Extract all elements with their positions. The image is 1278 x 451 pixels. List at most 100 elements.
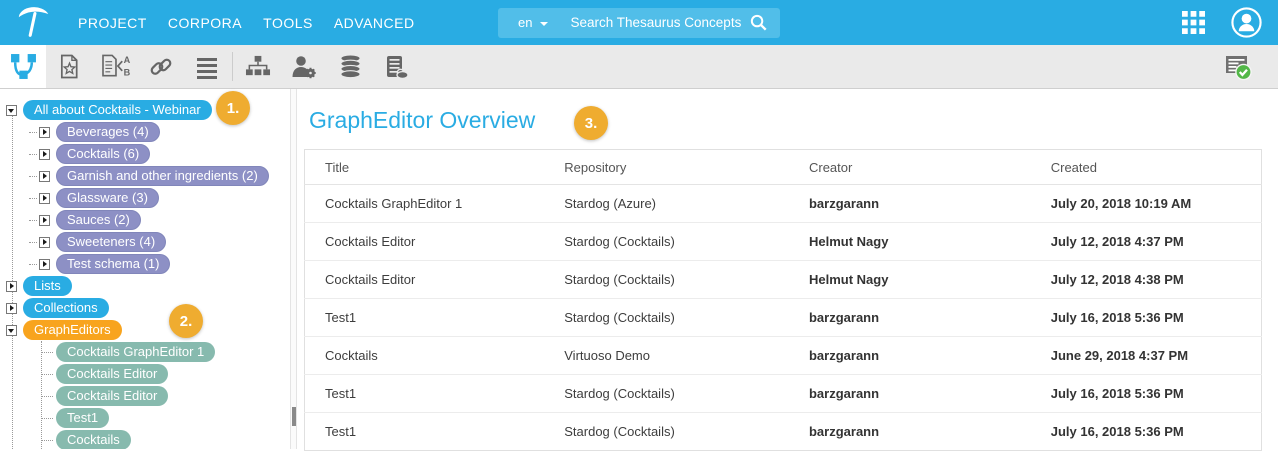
- apps-grid-icon[interactable]: [1182, 11, 1205, 34]
- tree-node-concept[interactable]: Sauces (2): [56, 210, 141, 231]
- column-header-title[interactable]: Title: [305, 150, 545, 185]
- list-icon: [195, 55, 219, 79]
- expand-icon[interactable]: [6, 281, 17, 292]
- menu-item-advanced[interactable]: ADVANCED: [334, 15, 415, 31]
- toolbar-repository-button[interactable]: [373, 45, 419, 88]
- search-input[interactable]: Search Thesaurus Concepts: [570, 15, 749, 30]
- cell-title: Cocktails GraphEditor 1: [305, 185, 545, 223]
- user-account-icon[interactable]: [1230, 6, 1263, 39]
- svg-text:A: A: [123, 55, 129, 65]
- search-bar[interactable]: en Search Thesaurus Concepts: [498, 8, 780, 38]
- tree-node: Sauces (2): [29, 209, 290, 231]
- tree-node-concept[interactable]: Beverages (4): [56, 122, 160, 143]
- tree-node-concept[interactable]: Test schema (1): [56, 254, 170, 275]
- menu-item-corpora[interactable]: CORPORA: [168, 15, 242, 31]
- app-window: PROJECT CORPORA TOOLS ADVANCED en Search…: [0, 0, 1278, 449]
- annotation-badge-3: 3.: [574, 106, 608, 140]
- expand-icon[interactable]: [39, 237, 50, 248]
- toolbar-translation-button[interactable]: A B: [92, 45, 138, 88]
- tree-node-grapheditors-pill[interactable]: GraphEditors: [23, 320, 122, 341]
- tree-node: Glassware (3): [29, 187, 290, 209]
- column-header-repository[interactable]: Repository: [544, 150, 789, 185]
- toolbar-concept-tree-button[interactable]: [0, 45, 46, 88]
- tree-node-grapheditors: GraphEditors: [6, 319, 290, 341]
- expand-icon[interactable]: [39, 171, 50, 182]
- column-header-creator[interactable]: Creator: [789, 150, 1031, 185]
- tree-node: Test schema (1): [29, 253, 290, 275]
- table-row[interactable]: Cocktails GraphEditor 1 Stardog (Azure) …: [305, 185, 1262, 223]
- translate-ab-icon: A B: [101, 54, 130, 79]
- tree-node: Cocktails (6): [29, 143, 290, 165]
- tree-node-project[interactable]: All about Cocktails - Webinar: [23, 100, 212, 121]
- tree-node-grapheditor[interactable]: Cocktails Editor: [56, 364, 168, 385]
- cell-repository: Stardog (Cocktails): [544, 375, 789, 413]
- table-row[interactable]: Cocktails Virtuoso Demo barzgarann June …: [305, 337, 1262, 375]
- tree-node: Test1: [42, 407, 290, 429]
- page-title: GraphEditor Overview: [309, 107, 1278, 134]
- cell-repository: Virtuoso Demo: [544, 337, 789, 375]
- main-panel: GraphEditor Overview Title Repository Cr…: [297, 89, 1278, 449]
- annotation-badge-2: 2.: [169, 304, 203, 338]
- cell-creator: barzgarann: [789, 337, 1031, 375]
- expand-icon[interactable]: [39, 149, 50, 160]
- cell-title: Test1: [305, 299, 545, 337]
- toolbar-separator: [232, 52, 233, 81]
- tree-node-collections: Collections: [6, 297, 290, 319]
- table-row[interactable]: Test1 Stardog (Cocktails) barzgarann Jul…: [305, 299, 1262, 337]
- tree-node-grapheditor[interactable]: Test1: [56, 408, 109, 429]
- tree-node-grapheditor[interactable]: Cocktails: [56, 430, 131, 449]
- cell-created: July 12, 2018 4:37 PM: [1031, 223, 1262, 261]
- tree-node-concept[interactable]: Cocktails (6): [56, 144, 150, 165]
- table-row[interactable]: Cocktails Editor Stardog (Cocktails) Hel…: [305, 223, 1262, 261]
- cell-creator: Helmut Nagy: [789, 223, 1031, 261]
- menu-item-tools[interactable]: TOOLS: [263, 15, 313, 31]
- tree-node-grapheditor[interactable]: Cocktails GraphEditor 1: [56, 342, 215, 363]
- toolbar-hierarchy-button[interactable]: [235, 45, 281, 88]
- expand-icon[interactable]: [39, 259, 50, 270]
- toolbar-links-button[interactable]: [138, 45, 184, 88]
- splitter-grip-icon[interactable]: [292, 407, 296, 426]
- poolparty-logo[interactable]: [16, 4, 52, 42]
- table-row[interactable]: Test1 Stardog (Cocktails) barzgarann Jul…: [305, 375, 1262, 413]
- tree-node: Sweeteners (4): [29, 231, 290, 253]
- expand-icon[interactable]: [39, 193, 50, 204]
- panel-splitter[interactable]: [290, 89, 297, 449]
- cell-creator: barzgarann: [789, 299, 1031, 337]
- database-icon: [338, 54, 363, 79]
- menu-item-project[interactable]: PROJECT: [78, 15, 147, 31]
- language-selector[interactable]: en: [510, 15, 548, 30]
- cell-repository: Stardog (Cocktails): [544, 261, 789, 299]
- concept-tree-icon: [10, 53, 37, 80]
- top-navigation-bar: PROJECT CORPORA TOOLS ADVANCED en Search…: [0, 0, 1278, 45]
- collapse-icon[interactable]: [6, 325, 17, 336]
- column-header-created[interactable]: Created: [1031, 150, 1262, 185]
- toolbar-quality-check-button[interactable]: [1212, 45, 1264, 88]
- expand-icon[interactable]: [6, 303, 17, 314]
- cell-created: July 12, 2018 4:38 PM: [1031, 261, 1262, 299]
- tree-node-lists-pill[interactable]: Lists: [23, 276, 72, 297]
- tree-node-lists: Lists: [6, 275, 290, 297]
- language-value: en: [518, 15, 532, 30]
- table-row[interactable]: Test1 Stardog (Cocktails) barzgarann Jul…: [305, 413, 1262, 451]
- tree-node-concept[interactable]: Sweeteners (4): [56, 232, 166, 253]
- toolbar-user-roles-button[interactable]: [281, 45, 327, 88]
- toolbar-database-button[interactable]: [327, 45, 373, 88]
- tree-node-concept[interactable]: Garnish and other ingredients (2): [56, 166, 269, 187]
- cell-created: July 16, 2018 5:36 PM: [1031, 413, 1262, 451]
- expand-icon[interactable]: [39, 215, 50, 226]
- main-menu: PROJECT CORPORA TOOLS ADVANCED: [78, 15, 415, 31]
- tree-node-collections-pill[interactable]: Collections: [23, 298, 109, 319]
- table-row[interactable]: Cocktails Editor Stardog (Cocktails) Hel…: [305, 261, 1262, 299]
- topbar-right-actions: [1182, 6, 1263, 39]
- cell-title: Cocktails Editor: [305, 261, 545, 299]
- expand-icon[interactable]: [39, 127, 50, 138]
- toolbar-project-button[interactable]: [46, 45, 92, 88]
- tree-node-concept[interactable]: Glassware (3): [56, 188, 159, 209]
- user-roles-icon: [291, 54, 317, 80]
- link-icon: [148, 54, 174, 80]
- cell-title: Cocktails Editor: [305, 223, 545, 261]
- toolbar-list-button[interactable]: [184, 45, 230, 88]
- tree-node-grapheditor[interactable]: Cocktails Editor: [56, 386, 168, 407]
- search-icon[interactable]: [749, 13, 768, 32]
- collapse-icon[interactable]: [6, 105, 17, 116]
